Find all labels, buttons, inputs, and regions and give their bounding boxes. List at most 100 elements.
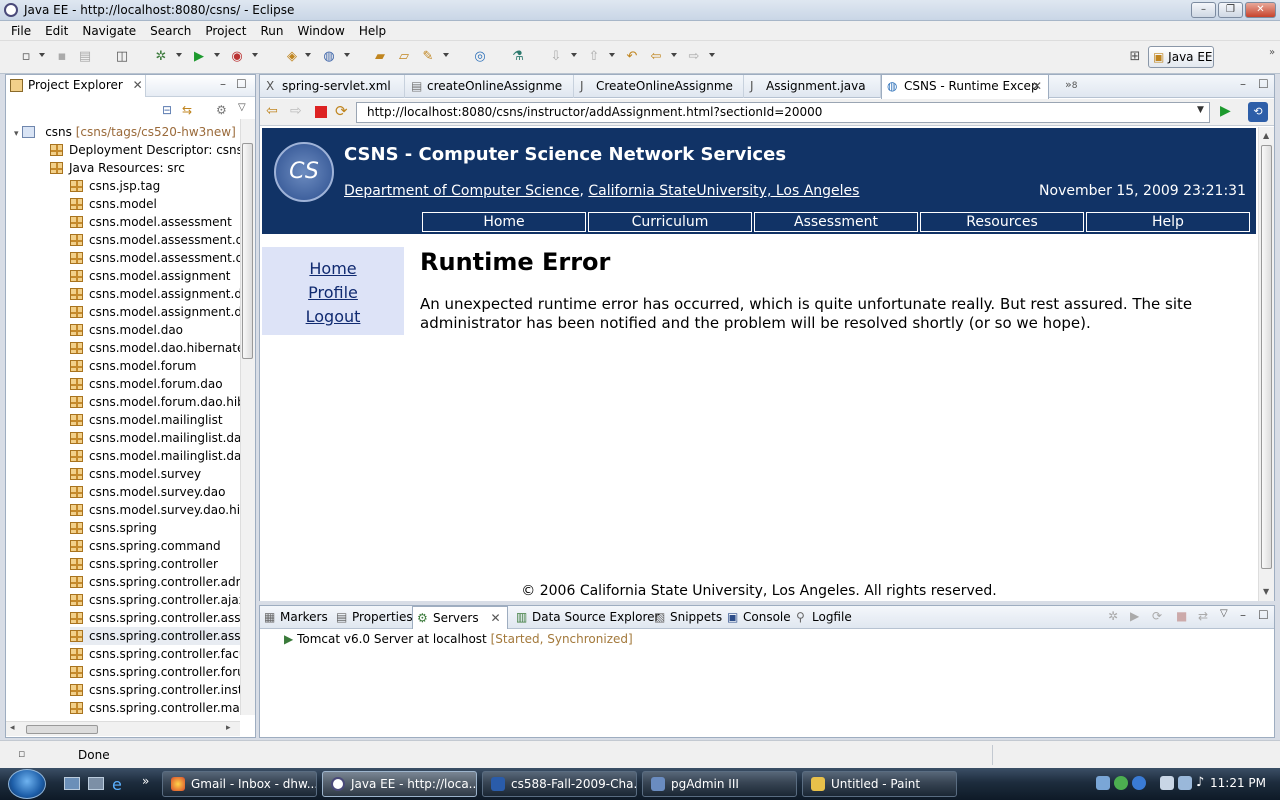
tree-item[interactable]: csns.model.mailinglist.dao.h [70,447,240,465]
tray-messenger-icon[interactable] [1132,776,1146,790]
back-icon[interactable]: ⇦ [648,49,664,65]
tree-item[interactable]: csns.spring.controller.assign [70,627,240,645]
maximize-view-icon[interactable]: ☐ [236,77,247,91]
open-folder-icon[interactable]: ▰ [372,49,388,65]
tree-item[interactable]: csns.jsp.tag [70,177,160,195]
show-desktop-icon[interactable] [64,777,80,790]
debug-server-icon[interactable]: ✲ [1108,609,1118,623]
department-link[interactable]: Department of Computer Science [344,183,579,199]
next-annotation-dropdown-icon[interactable] [571,53,577,57]
toolbar-overflow-icon[interactable]: » [1264,45,1280,61]
tree-item[interactable]: csns.model.dao.hibernate [70,339,240,357]
tree-item[interactable]: csns.model.mailinglist [70,411,223,429]
tree-item[interactable]: csns.model.assessment.dao [70,249,240,267]
start-button[interactable] [8,769,46,799]
back-dropdown-icon[interactable] [671,53,677,57]
tab-spring-servlet[interactable]: X spring-servlet.xml [260,75,405,98]
run-icon[interactable]: ▶ [191,49,207,65]
menu-file[interactable]: File [4,24,38,38]
tree-item[interactable]: csns.model.survey.dao.hibe [70,501,240,519]
tree-item[interactable]: csns.spring.controller.ajax [70,591,240,609]
open-type-icon[interactable]: ◫ [114,49,130,65]
fast-view-icon[interactable]: ▫ [18,747,25,760]
tab-console[interactable]: ▣ Console [723,606,791,629]
task-eclipse[interactable]: Java EE - http://loca... [322,771,477,797]
minimize-editor-icon[interactable]: – [1240,77,1246,91]
close-tab-icon[interactable]: ✕ [1032,75,1042,97]
tray-security-icon[interactable] [1114,776,1128,790]
save-icon[interactable]: ▪ [54,49,70,65]
tree-item[interactable]: csns.model.forum [70,357,197,375]
start-server-icon[interactable]: ▶ [1130,609,1139,623]
menu-search[interactable]: Search [143,24,198,38]
nav-curriculum[interactable]: Curriculum [588,212,752,232]
side-link-profile[interactable]: Profile [262,283,404,302]
tree-item[interactable]: csns.model.assignment [70,267,231,285]
task-gmail[interactable]: Gmail - Inbox - dhw... [162,771,317,797]
tab-create-online-assignment-jsp[interactable]: ▤ createOnlineAssignme [405,75,574,98]
next-annotation-icon[interactable]: ⇩ [548,49,564,65]
tab-logfile[interactable]: ⚲ Logfile [792,606,858,629]
browser-back-icon[interactable]: ⇦ [266,103,278,119]
minimize-button[interactable]: – [1191,2,1216,18]
side-link-logout[interactable]: Logout [262,307,404,326]
tree-item[interactable]: csns.model.assignment.dao [70,285,240,303]
browser-scroll-thumb[interactable] [1261,145,1272,569]
tray-connection-icon[interactable] [1178,776,1192,790]
collapse-all-icon[interactable]: ⊟ [162,103,172,117]
menu-edit[interactable]: Edit [38,24,75,38]
globe-icon[interactable]: ◎ [472,49,488,65]
tree-item[interactable]: csns.model.survey.dao [70,483,226,501]
tree-item[interactable]: Java Resources: src [50,159,185,177]
close-tab-icon[interactable]: ✕ [133,78,143,92]
menu-window[interactable]: Window [290,24,351,38]
tree-project-csns[interactable]: ▾ csns [csns/tags/cs520-hw3new] [14,123,236,141]
quicklaunch-overflow-icon[interactable]: » [142,774,149,788]
task-word-document[interactable]: cs588-Fall-2009-Cha... [482,771,637,797]
scroll-down-icon[interactable]: ▼ [1263,587,1269,596]
collapse-toggle-icon[interactable]: ▾ [14,129,19,139]
minimize-view-icon[interactable]: – [1240,608,1246,622]
tree-item[interactable]: csns.model.assessment.dao [70,231,240,249]
tree-item[interactable]: csns.spring.controller.instru [70,681,240,699]
nav-assessment[interactable]: Assessment [754,212,918,232]
tray-volume-icon[interactable]: ♪ [1196,775,1204,790]
forward-icon[interactable]: ⇨ [686,49,702,65]
tree-item[interactable]: csns.model.mailinglist.dao [70,429,240,447]
server-row[interactable]: ▶ Tomcat v6.0 Server at localhost [Start… [284,632,633,646]
menu-run[interactable]: Run [253,24,290,38]
browser-vertical-scrollbar[interactable]: ▲ ▼ [1258,127,1274,601]
java-ee-perspective-button[interactable]: ▣ Java EE [1148,46,1214,68]
tree-item[interactable]: csns.spring.command [70,537,221,555]
view-menu-dropdown-icon[interactable]: ▽ [238,102,246,113]
tree-item[interactable]: csns.spring.controller.admir [70,573,240,591]
new-class-dropdown-icon[interactable] [344,53,350,57]
tree-item[interactable]: csns.spring.controller.forum [70,663,240,681]
nav-home[interactable]: Home [422,212,586,232]
new-class-icon[interactable]: ◍ [321,49,337,65]
browser-go-icon[interactable]: ▶ [1220,103,1231,119]
browser-stop-icon[interactable] [315,106,327,118]
browser-menu-icon[interactable]: ⟲ [1248,102,1268,122]
new-dropdown-icon[interactable] [39,53,45,57]
tree-scroll-thumb[interactable] [242,143,253,359]
menu-project[interactable]: Project [198,24,253,38]
tab-create-online-assignment-java[interactable]: J CreateOnlineAssignme [574,75,744,98]
tree-item[interactable]: csns.spring [70,519,157,537]
tray-device-icon[interactable] [1160,776,1174,790]
more-tabs-icon[interactable]: »8 [1065,78,1077,91]
open-perspective-icon[interactable]: ⊞ [1127,49,1143,65]
tree-item[interactable]: csns.model.survey [70,465,201,483]
browser-refresh-icon[interactable]: ⟳ [335,102,348,120]
tab-properties[interactable]: ▤ Properties [332,606,413,629]
tree-item[interactable]: csns.spring.controller.assess [70,609,240,627]
close-window-button[interactable]: ✕ [1245,2,1276,18]
close-tab-icon[interactable]: ✕ [490,611,500,625]
prev-annotation-dropdown-icon[interactable] [609,53,615,57]
tab-servers[interactable]: ⚙ Servers ✕ [412,606,508,629]
tree-item[interactable]: csns.model.dao [70,321,183,339]
view-menu-icon[interactable]: ⚙ [216,103,227,117]
browser-forward-icon[interactable]: ⇨ [290,103,302,119]
publish-icon[interactable]: ⇄ [1198,609,1208,623]
debug-dropdown-icon[interactable] [176,53,182,57]
